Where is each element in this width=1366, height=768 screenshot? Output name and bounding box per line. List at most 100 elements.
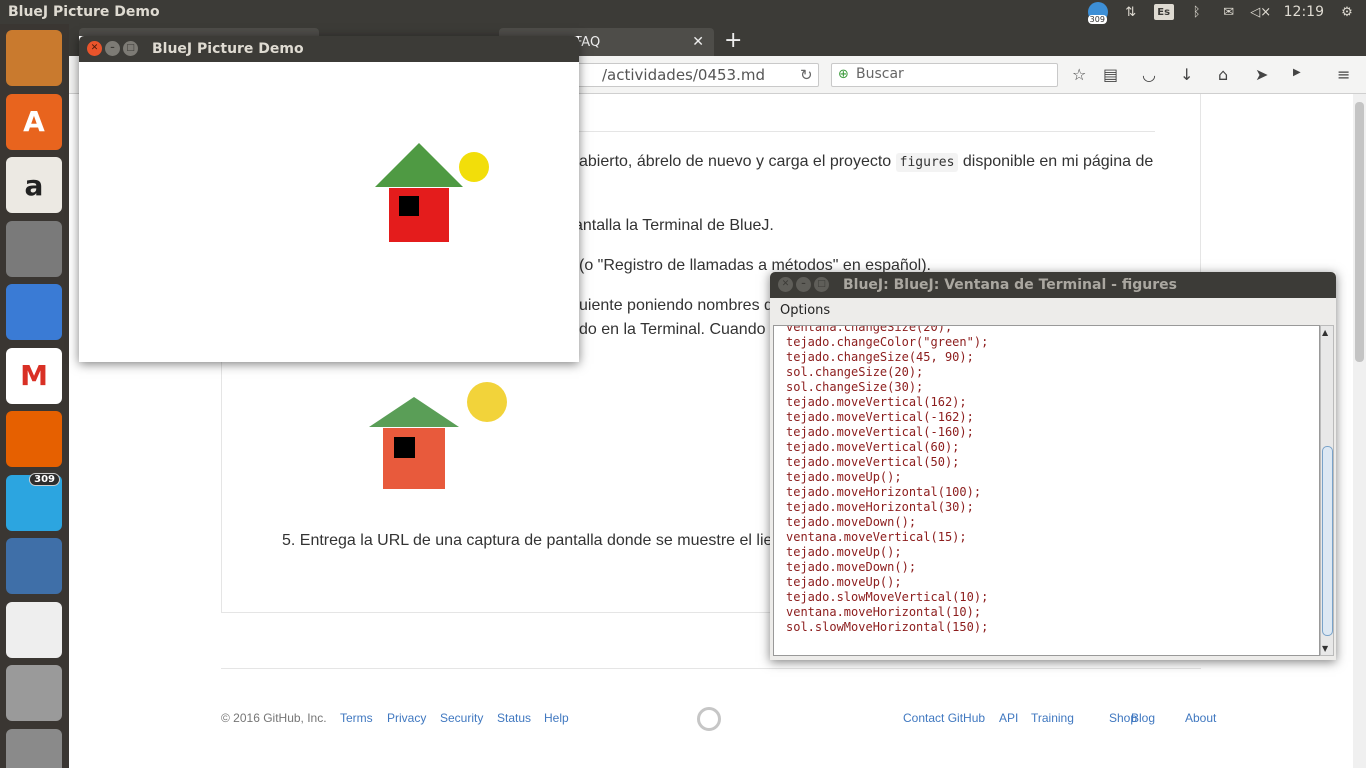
github-logo-icon[interactable] xyxy=(697,707,721,731)
notification-count-icon[interactable]: 309 xyxy=(1087,2,1108,24)
footer-copyright: © 2016 GitHub, Inc. xyxy=(221,711,327,725)
top-panel: BlueJ Picture Demo 309 ⇅ Es ᛒ ✉ ◁× 12:19… xyxy=(0,0,1366,24)
scroll-up-icon[interactable]: ▲ xyxy=(1322,328,1328,337)
picture-demo-window: ✕ – □ BlueJ Picture Demo xyxy=(79,36,579,362)
menu-options[interactable]: Options xyxy=(780,303,830,318)
file-cabinet-icon[interactable] xyxy=(6,30,62,86)
terminal-line: tejado.slowMoveVertical(10); xyxy=(786,590,989,604)
reload-icon[interactable]: ↻ xyxy=(800,66,813,84)
terminal-line: tejado.moveUp(); xyxy=(786,470,902,484)
close-tab-icon[interactable]: ✕ xyxy=(692,34,704,50)
launcher-glyph: A xyxy=(23,105,45,138)
system-tray: 309 ⇅ Es ᛒ ✉ ◁× 12:19 ⚙ xyxy=(1087,0,1366,24)
terminal-line: tejado.moveDown(); xyxy=(786,560,917,574)
notification-count: 309 xyxy=(1087,15,1107,24)
divider xyxy=(579,131,1155,132)
terminal-line: tejado.moveVertical(-162); xyxy=(786,410,974,424)
close-window-icon[interactable]: ✕ xyxy=(778,277,793,292)
sun xyxy=(467,382,507,422)
footer-link-api[interactable]: API xyxy=(999,711,1018,725)
terminal-window: ✕ – □ BlueJ: BlueJ: Ventana de Terminal … xyxy=(770,272,1336,660)
search-input[interactable]: ⊕ Buscar xyxy=(831,63,1058,87)
footer-link-blog[interactable]: Blog xyxy=(1131,711,1155,725)
youtube-icon[interactable]: ▶ xyxy=(1293,67,1301,78)
terminal-line: tejado.moveVertical(-160); xyxy=(786,425,974,439)
search-placeholder: Buscar xyxy=(856,66,904,82)
roof xyxy=(369,397,459,427)
amazon-icon[interactable]: a xyxy=(6,157,62,213)
bookmark-star-icon[interactable]: ☆ xyxy=(1072,65,1086,84)
footer-link-privacy[interactable]: Privacy xyxy=(387,711,426,725)
minimize-window-icon[interactable]: – xyxy=(105,41,120,56)
bluetooth-icon[interactable]: ᛒ xyxy=(1188,3,1206,21)
search-engine-icon: ⊕ xyxy=(838,67,849,82)
telegram-icon[interactable]: 309 xyxy=(6,472,62,531)
keyboard-layout-indicator[interactable]: Es xyxy=(1153,4,1174,20)
home-icon[interactable]: ⌂ xyxy=(1218,65,1228,84)
terminal-line: tejado.moveHorizontal(100); xyxy=(786,485,982,499)
inline-code: figures xyxy=(895,153,959,172)
terminal-line: tejado.moveVertical(60); xyxy=(786,440,960,454)
maximize-window-icon[interactable]: □ xyxy=(123,41,138,56)
picture-canvas xyxy=(375,143,489,242)
mail-icon[interactable]: ✉ xyxy=(1220,3,1238,21)
scrollbar-thumb[interactable] xyxy=(1322,446,1333,636)
chromium-icon[interactable] xyxy=(6,284,62,340)
terminal-line: tejado.changeColor("green"); xyxy=(786,335,989,349)
footer-link-contact[interactable]: Contact GitHub xyxy=(903,711,985,725)
footer-link-security[interactable]: Security xyxy=(440,711,483,725)
window xyxy=(399,196,419,216)
terminal-line: tejado.moveVertical(162); xyxy=(786,395,967,409)
close-window-icon[interactable]: ✕ xyxy=(87,41,102,56)
terminal-lines: ventana.changeSize(20); tejado.changeColo… xyxy=(786,326,989,635)
divider xyxy=(221,668,1201,669)
java-icon[interactable] xyxy=(6,601,62,658)
settings-icon[interactable] xyxy=(6,220,62,277)
terminal-line: tejado.moveDown(); xyxy=(786,515,917,529)
footer-link-status[interactable]: Status xyxy=(497,711,531,725)
scroll-down-icon[interactable]: ▼ xyxy=(1322,644,1328,653)
terminal-line: ventana.moveHorizontal(10); xyxy=(786,605,982,619)
window-title: BlueJ Picture Demo xyxy=(152,41,304,57)
launcher-glyph: a xyxy=(24,168,44,202)
paragraph-terminal: antalla la Terminal de BlueJ. xyxy=(574,217,774,234)
terminal-scrollbar[interactable]: ▲ ▼ xyxy=(1320,325,1334,656)
new-tab-button[interactable]: + xyxy=(724,28,742,53)
send-icon[interactable]: ➤ xyxy=(1255,65,1268,84)
terminal-line: tejado.moveUp(); xyxy=(786,575,902,589)
terminal-line: tejado.moveVertical(50); xyxy=(786,455,960,469)
roof xyxy=(375,143,463,187)
terminal-output[interactable]: ventana.changeSize(20); tejado.changeColo… xyxy=(773,325,1320,656)
volume-muted-icon[interactable]: ◁× xyxy=(1250,3,1271,21)
download-icon[interactable]: ↓ xyxy=(1180,65,1193,84)
pocket-icon[interactable]: ◡ xyxy=(1142,65,1156,84)
reading-list-icon[interactable]: ▤ xyxy=(1103,65,1118,84)
window xyxy=(394,437,415,458)
maximize-window-icon[interactable]: □ xyxy=(814,277,829,292)
bluej-bird-icon[interactable] xyxy=(6,538,62,594)
scrollbar-thumb[interactable] xyxy=(1355,102,1364,362)
firefox-icon[interactable] xyxy=(6,411,62,467)
launcher: Aa M 309 xyxy=(0,24,69,768)
launcher-badge: 309 xyxy=(29,472,60,486)
network-arrows-icon[interactable]: ⇅ xyxy=(1122,3,1140,21)
footer-link-about[interactable]: About xyxy=(1185,711,1216,725)
minimize-window-icon[interactable]: – xyxy=(796,277,811,292)
terminal-line: sol.slowMoveHorizontal(150); xyxy=(786,620,989,634)
footer-link-terms[interactable]: Terms xyxy=(340,711,373,725)
hard-drive-icon[interactable] xyxy=(6,665,62,721)
window-titlebar[interactable]: ✕ – □ BlueJ: BlueJ: Ventana de Terminal … xyxy=(770,272,1336,298)
paragraph-names: uiente poniendo nombres d xyxy=(579,297,773,314)
gmail-icon[interactable]: M xyxy=(6,347,62,404)
footer-link-help[interactable]: Help xyxy=(544,711,569,725)
terminal-line: ventana.moveVertical(15); xyxy=(786,530,967,544)
trash-icon[interactable] xyxy=(6,728,62,768)
page-scrollbar[interactable] xyxy=(1353,94,1366,768)
window-title: BlueJ: BlueJ: Ventana de Terminal - figu… xyxy=(843,277,1177,293)
clock[interactable]: 12:19 xyxy=(1284,4,1324,20)
power-gear-icon[interactable]: ⚙ xyxy=(1338,3,1356,21)
menu-icon[interactable]: ≡ xyxy=(1337,65,1350,84)
footer-link-training[interactable]: Training xyxy=(1031,711,1074,725)
shopping-bag-icon[interactable]: A xyxy=(6,93,62,150)
window-titlebar[interactable]: ✕ – □ BlueJ Picture Demo xyxy=(79,36,579,62)
